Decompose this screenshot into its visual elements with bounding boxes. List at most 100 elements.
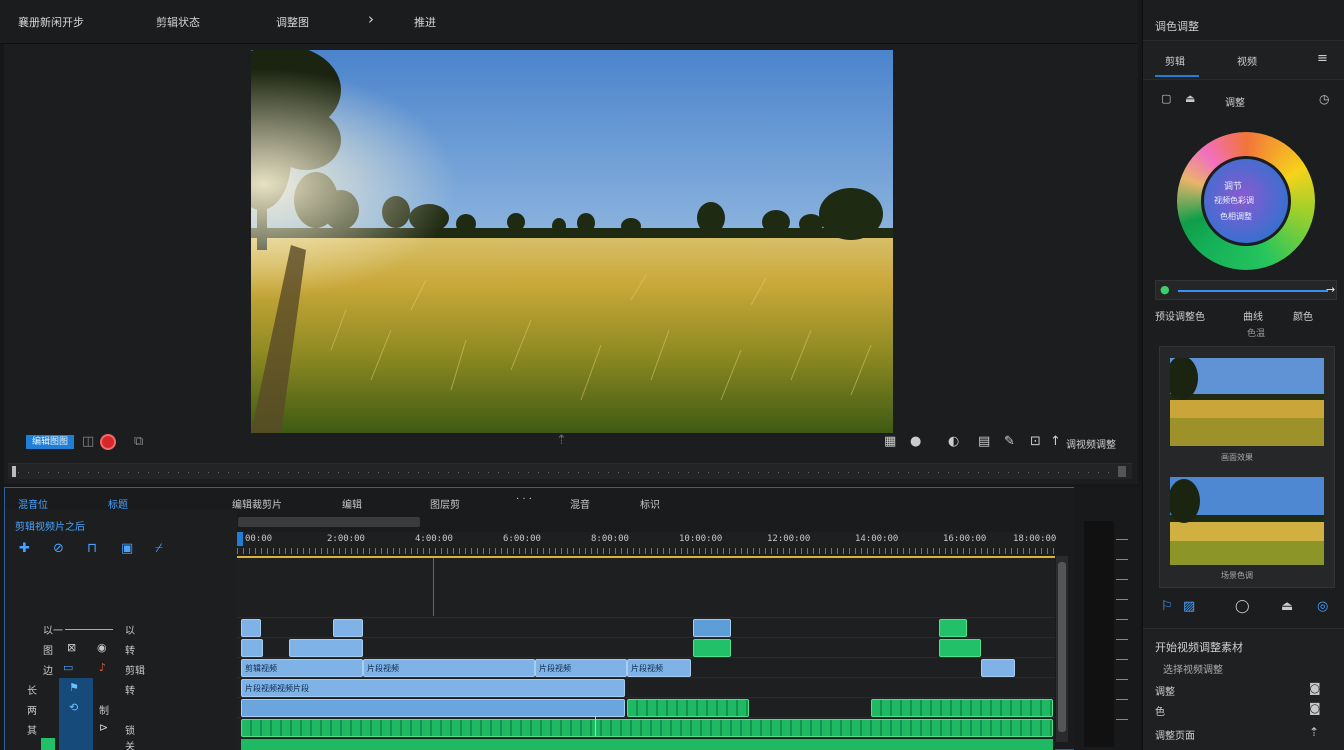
- record-button[interactable]: [100, 434, 116, 450]
- title-tab[interactable]: 标题: [108, 496, 128, 511]
- playhead-marker-icon[interactable]: ⇡: [556, 434, 567, 448]
- edit-tab[interactable]: 编辑: [342, 496, 362, 511]
- thumbnail[interactable]: [1170, 358, 1324, 446]
- upload-icon[interactable]: ⇡: [1309, 725, 1319, 739]
- upload-icon[interactable]: ⏏: [1281, 600, 1293, 614]
- thumbnail[interactable]: [1170, 477, 1324, 565]
- preset-label[interactable]: 预设调整色: [1155, 308, 1205, 323]
- scrub-end-handle[interactable]: [1118, 466, 1126, 477]
- audio-clip[interactable]: [939, 619, 967, 637]
- reset-icon[interactable]: ◷: [1319, 92, 1329, 106]
- crop-icon[interactable]: ▤: [978, 435, 990, 449]
- image-icon[interactable]: ▨: [1183, 600, 1195, 614]
- grid-icon[interactable]: ▦: [884, 435, 896, 449]
- mask-icon[interactable]: ◐: [948, 435, 959, 449]
- track-option[interactable]: 制: [99, 702, 109, 717]
- solo-icon[interactable]: ⊳: [99, 721, 108, 735]
- track-option[interactable]: 转: [125, 642, 135, 657]
- timeline-ruler[interactable]: 00:00 2:00:00 4:00:00 6:00:00 8:00:00 10…: [237, 532, 1056, 558]
- video-clip[interactable]: 片段视频: [363, 659, 535, 677]
- track-option[interactable]: 锁: [125, 722, 135, 737]
- mixer-tab[interactable]: 混音位: [18, 496, 48, 511]
- breadcrumb-edit-state[interactable]: 剪辑状态: [156, 14, 200, 30]
- link-icon[interactable]: ⊘: [53, 542, 64, 556]
- audio-clip[interactable]: [871, 699, 1053, 717]
- video-clip[interactable]: 剪辑视频: [241, 659, 363, 677]
- video-clip[interactable]: 片段视频: [627, 659, 691, 677]
- snapshot-icon[interactable]: ⧉: [134, 435, 143, 449]
- timeline-zoom-bar[interactable]: [238, 517, 420, 527]
- camera-icon[interactable]: ◫: [82, 435, 94, 449]
- audio-playhead[interactable]: [595, 716, 596, 736]
- audio-waveform-clip[interactable]: [241, 719, 1053, 737]
- video-clip[interactable]: [289, 639, 363, 657]
- layer-tab[interactable]: 图层剪: [430, 496, 460, 511]
- clip-edit-tab[interactable]: 编辑裁剪片: [232, 496, 282, 511]
- track-option[interactable]: 转: [125, 682, 135, 697]
- curves-label[interactable]: 曲线: [1243, 308, 1263, 323]
- timeline-scrollbar[interactable]: [1056, 556, 1068, 742]
- save-icon[interactable]: ◙: [1309, 681, 1321, 695]
- track-option[interactable]: 剪辑: [125, 662, 145, 677]
- target-icon[interactable]: ⚑: [69, 681, 79, 695]
- track-row[interactable]: 以一 以: [5, 618, 237, 638]
- square-icon[interactable]: ▢: [1161, 92, 1171, 106]
- tab-video[interactable]: 视频: [1237, 53, 1257, 68]
- track-row[interactable]: 其 ⊳ 锁: [5, 718, 237, 738]
- track-target-toggle[interactable]: [59, 718, 93, 738]
- master-audio-track[interactable]: [241, 739, 1053, 750]
- track-row[interactable]: 两 ⟲ 制: [5, 698, 237, 718]
- menu-icon[interactable]: ≡: [1317, 51, 1328, 66]
- audio-clip[interactable]: [627, 699, 749, 717]
- add-track-icon[interactable]: ✚: [19, 542, 30, 556]
- layers-icon[interactable]: ⏏: [1185, 92, 1195, 106]
- video-clip[interactable]: 片段视频视频片段: [241, 679, 625, 697]
- eye-icon[interactable]: ◉: [97, 641, 107, 655]
- flag-icon[interactable]: ⚐: [1161, 600, 1173, 614]
- upload-icon[interactable]: ↑: [1050, 435, 1061, 449]
- video-clip[interactable]: [693, 619, 731, 637]
- video-clip[interactable]: [981, 659, 1015, 677]
- track-row[interactable]: 关: [5, 738, 237, 750]
- playhead-line[interactable]: [433, 558, 434, 616]
- track-option[interactable]: 关: [125, 738, 135, 750]
- timeline-tracks[interactable]: 剪辑视频 片段视频 片段视频 片段视频 片段视频视频片段: [237, 558, 1055, 750]
- breadcrumb-adjust[interactable]: 调整图: [276, 14, 309, 30]
- razor-icon[interactable]: ⌿: [155, 542, 163, 556]
- track-option[interactable]: 以: [125, 622, 135, 637]
- search-icon[interactable]: ◯: [1235, 600, 1250, 614]
- settings-icon[interactable]: ◎: [1317, 600, 1328, 614]
- snap-icon[interactable]: ⊓: [87, 542, 97, 556]
- color-label[interactable]: 颜色: [1293, 308, 1313, 323]
- track-row[interactable]: 长 ⚑ 转: [5, 678, 237, 698]
- video-clip[interactable]: [241, 619, 261, 637]
- video-preview-frame[interactable]: [251, 50, 893, 433]
- audio-clip[interactable]: [939, 639, 981, 657]
- track-row[interactable]: 边 ▭ ♪ 剪辑: [5, 658, 237, 678]
- edit-mode-badge[interactable]: 编辑图图: [26, 435, 75, 449]
- scrub-start-handle[interactable]: [12, 466, 16, 477]
- more-menu[interactable]: · · ·: [516, 494, 532, 505]
- monitor-icon[interactable]: ▭: [63, 661, 73, 675]
- color-wheel[interactable]: 调节 视频色彩调 色相调整: [1177, 132, 1315, 270]
- breadcrumb-advance[interactable]: 推进: [414, 14, 436, 30]
- scrollbar-thumb[interactable]: [1058, 562, 1066, 732]
- video-clip[interactable]: [241, 639, 263, 657]
- track-row[interactable]: 图 ⊠ ◉ 转: [5, 638, 237, 658]
- list-item[interactable]: 调整: [1155, 683, 1175, 698]
- tab-clip[interactable]: 剪辑: [1165, 53, 1185, 68]
- slider-track[interactable]: [1178, 290, 1328, 292]
- list-item[interactable]: 调整页面: [1155, 727, 1195, 742]
- video-clip[interactable]: 片段视频: [535, 659, 627, 677]
- color-wheel-center[interactable]: 调节 视频色彩调 色相调整: [1201, 156, 1291, 246]
- video-clip[interactable]: [333, 619, 363, 637]
- mix-tab[interactable]: 混音: [570, 496, 590, 511]
- split-icon[interactable]: ▣: [121, 542, 133, 556]
- lock-icon[interactable]: ⊠: [67, 641, 76, 655]
- video-adjust-label[interactable]: 调视频调整: [1066, 436, 1116, 451]
- hue-slider[interactable]: ● →: [1155, 280, 1337, 300]
- marker-tab[interactable]: 标识: [640, 496, 660, 511]
- transform-icon[interactable]: ⊡: [1030, 435, 1041, 449]
- video-clip[interactable]: [241, 699, 625, 717]
- eyedropper-icon[interactable]: ●: [1160, 283, 1170, 297]
